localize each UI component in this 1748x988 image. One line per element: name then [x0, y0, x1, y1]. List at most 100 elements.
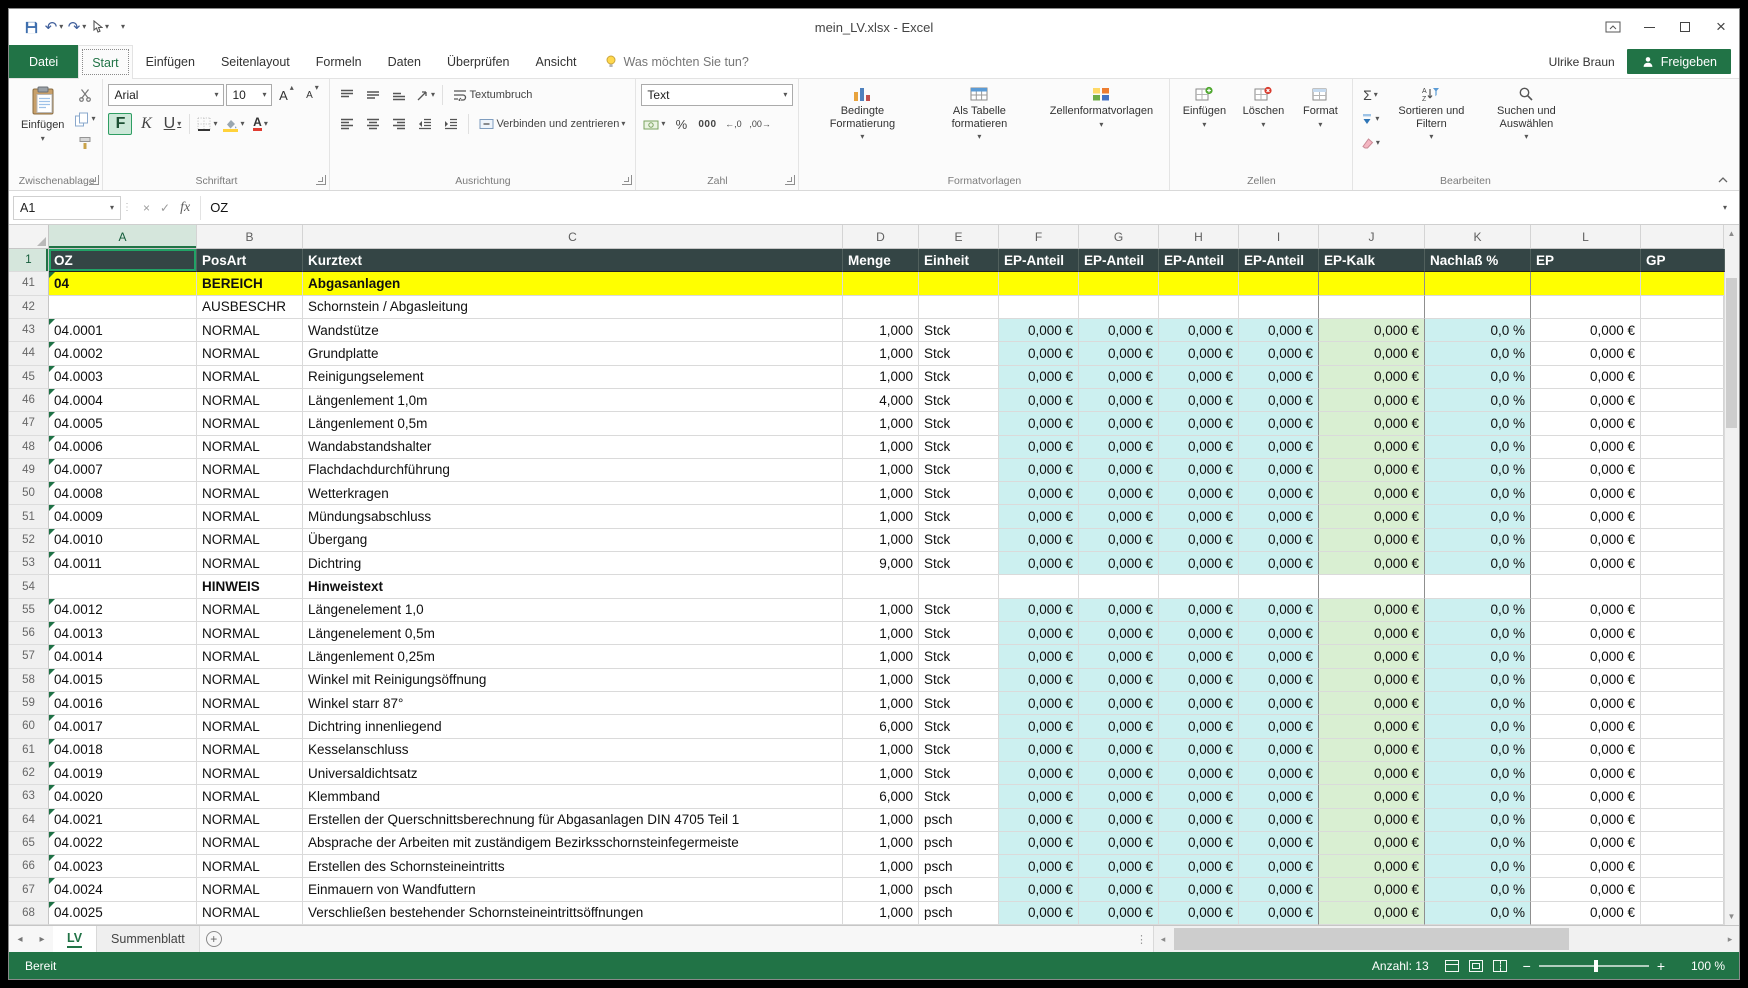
- cell-r62-c12[interactable]: [1641, 762, 1725, 785]
- cell-r50-c8[interactable]: 0,000 €: [1239, 482, 1319, 505]
- cell-r60-c8[interactable]: 0,000 €: [1239, 715, 1319, 738]
- decrease-decimal-button[interactable]: ,00→: [747, 113, 773, 135]
- cell-r61-c11[interactable]: 0,000 €: [1531, 739, 1641, 762]
- vertical-scrollbar[interactable]: ▲ ▼: [1723, 225, 1739, 925]
- cell-r48-c4[interactable]: Stck: [919, 436, 999, 459]
- cell-r60-c1[interactable]: NORMAL: [197, 715, 303, 738]
- column-header-L[interactable]: L: [1531, 225, 1641, 249]
- enter-icon[interactable]: ✓: [160, 201, 170, 215]
- ribbon-tab-daten[interactable]: Daten: [375, 45, 434, 78]
- row-number-47[interactable]: 47: [9, 412, 49, 435]
- cell-r57-c6[interactable]: 0,000 €: [1079, 645, 1159, 668]
- cell-r52-c0[interactable]: 04.0010: [49, 529, 197, 552]
- cell-r41-c9[interactable]: [1319, 272, 1425, 295]
- cell-r68-c4[interactable]: psch: [919, 902, 999, 925]
- ribbon-tab-datei[interactable]: Datei: [9, 45, 78, 78]
- column-header-G[interactable]: G: [1079, 225, 1159, 249]
- align-top-button[interactable]: [335, 84, 359, 106]
- cell-r46-c5[interactable]: 0,000 €: [999, 389, 1079, 412]
- cell-r68-c11[interactable]: 0,000 €: [1531, 902, 1641, 925]
- cell-r54-c6[interactable]: [1079, 575, 1159, 598]
- cell-r55-c1[interactable]: NORMAL: [197, 599, 303, 622]
- cell-r41-c11[interactable]: [1531, 272, 1641, 295]
- cell-r46-c11[interactable]: 0,000 €: [1531, 389, 1641, 412]
- copy-button[interactable]: ▾: [72, 108, 97, 130]
- cell-r67-c3[interactable]: 1,000: [843, 878, 919, 901]
- cell-r1-c9[interactable]: EP-Kalk: [1319, 249, 1425, 272]
- column-header-E[interactable]: E: [919, 225, 999, 249]
- cell-r56-c6[interactable]: 0,000 €: [1079, 622, 1159, 645]
- name-box-splitter[interactable]: ⋮: [121, 202, 133, 213]
- conditional-formatting-button[interactable]: Bedingte Formatierung ▾: [804, 82, 920, 172]
- cell-r54-c8[interactable]: [1239, 575, 1319, 598]
- autosum-button[interactable]: Σ▾: [1358, 84, 1382, 106]
- save-button[interactable]: [21, 15, 41, 39]
- row-number-67[interactable]: 67: [9, 878, 49, 901]
- cell-r42-c10[interactable]: [1425, 296, 1531, 319]
- cell-r44-c3[interactable]: 1,000: [843, 342, 919, 365]
- scroll-down-icon[interactable]: ▼: [1724, 908, 1739, 925]
- cell-r41-c8[interactable]: [1239, 272, 1319, 295]
- cell-r50-c6[interactable]: 0,000 €: [1079, 482, 1159, 505]
- row-number-64[interactable]: 64: [9, 809, 49, 832]
- cell-r53-c9[interactable]: 0,000 €: [1319, 552, 1425, 575]
- cell-r59-c3[interactable]: 1,000: [843, 692, 919, 715]
- cell-r64-c6[interactable]: 0,000 €: [1079, 809, 1159, 832]
- cell-r45-c10[interactable]: 0,0 %: [1425, 366, 1531, 389]
- vertical-scroll-track[interactable]: [1724, 242, 1739, 908]
- cell-r58-c6[interactable]: 0,000 €: [1079, 669, 1159, 692]
- cell-r56-c1[interactable]: NORMAL: [197, 622, 303, 645]
- cell-r59-c9[interactable]: 0,000 €: [1319, 692, 1425, 715]
- cell-r56-c12[interactable]: [1641, 622, 1725, 645]
- cell-r44-c1[interactable]: NORMAL: [197, 342, 303, 365]
- cell-r67-c12[interactable]: [1641, 878, 1725, 901]
- cell-r45-c6[interactable]: 0,000 €: [1079, 366, 1159, 389]
- cell-r51-c12[interactable]: [1641, 505, 1725, 528]
- account-name[interactable]: Ulrike Braun: [1549, 45, 1627, 78]
- ribbon-tab-start[interactable]: Start: [78, 45, 132, 79]
- cell-r49-c6[interactable]: 0,000 €: [1079, 459, 1159, 482]
- cell-r48-c9[interactable]: 0,000 €: [1319, 436, 1425, 459]
- cancel-icon[interactable]: ×: [143, 201, 150, 215]
- column-header-H[interactable]: H: [1159, 225, 1239, 249]
- column-header-C[interactable]: C: [303, 225, 843, 249]
- cell-r56-c11[interactable]: 0,000 €: [1531, 622, 1641, 645]
- cell-r44-c6[interactable]: 0,000 €: [1079, 342, 1159, 365]
- cell-r63-c8[interactable]: 0,000 €: [1239, 785, 1319, 808]
- cell-r60-c5[interactable]: 0,000 €: [999, 715, 1079, 738]
- cell-r44-c11[interactable]: 0,000 €: [1531, 342, 1641, 365]
- cell-r61-c7[interactable]: 0,000 €: [1159, 739, 1239, 762]
- row-number-55[interactable]: 55: [9, 599, 49, 622]
- cell-r1-c10[interactable]: Nachlaß %: [1425, 249, 1531, 272]
- cell-r64-c8[interactable]: 0,000 €: [1239, 809, 1319, 832]
- cell-r43-c9[interactable]: 0,000 €: [1319, 319, 1425, 342]
- cell-r60-c12[interactable]: [1641, 715, 1725, 738]
- cell-r61-c1[interactable]: NORMAL: [197, 739, 303, 762]
- cell-r1-c0[interactable]: OZ: [49, 249, 197, 272]
- paste-button[interactable]: Einfügen ▾: [16, 82, 69, 172]
- accounting-format-button[interactable]: ▾: [641, 113, 667, 135]
- cell-r42-c1[interactable]: AUSBESCHR: [197, 296, 303, 319]
- cell-r66-c7[interactable]: 0,000 €: [1159, 855, 1239, 878]
- cell-r44-c7[interactable]: 0,000 €: [1159, 342, 1239, 365]
- cell-r46-c4[interactable]: Stck: [919, 389, 999, 412]
- cell-r52-c9[interactable]: 0,000 €: [1319, 529, 1425, 552]
- cell-r52-c6[interactable]: 0,000 €: [1079, 529, 1159, 552]
- cell-r54-c7[interactable]: [1159, 575, 1239, 598]
- cell-r53-c1[interactable]: NORMAL: [197, 552, 303, 575]
- cell-r48-c11[interactable]: 0,000 €: [1531, 436, 1641, 459]
- cell-r61-c10[interactable]: 0,0 %: [1425, 739, 1531, 762]
- cell-r68-c0[interactable]: 04.0025: [49, 902, 197, 925]
- cell-r54-c12[interactable]: [1641, 575, 1725, 598]
- cell-r47-c0[interactable]: 04.0005: [49, 412, 197, 435]
- cell-r57-c7[interactable]: 0,000 €: [1159, 645, 1239, 668]
- font-color-button[interactable]: A▾: [248, 113, 272, 135]
- cell-r59-c5[interactable]: 0,000 €: [999, 692, 1079, 715]
- cell-r58-c1[interactable]: NORMAL: [197, 669, 303, 692]
- cell-r49-c4[interactable]: Stck: [919, 459, 999, 482]
- cell-r65-c0[interactable]: 04.0022: [49, 832, 197, 855]
- cell-r68-c12[interactable]: [1641, 902, 1725, 925]
- row-number-66[interactable]: 66: [9, 855, 49, 878]
- cell-r68-c3[interactable]: 1,000: [843, 902, 919, 925]
- cell-r65-c4[interactable]: psch: [919, 832, 999, 855]
